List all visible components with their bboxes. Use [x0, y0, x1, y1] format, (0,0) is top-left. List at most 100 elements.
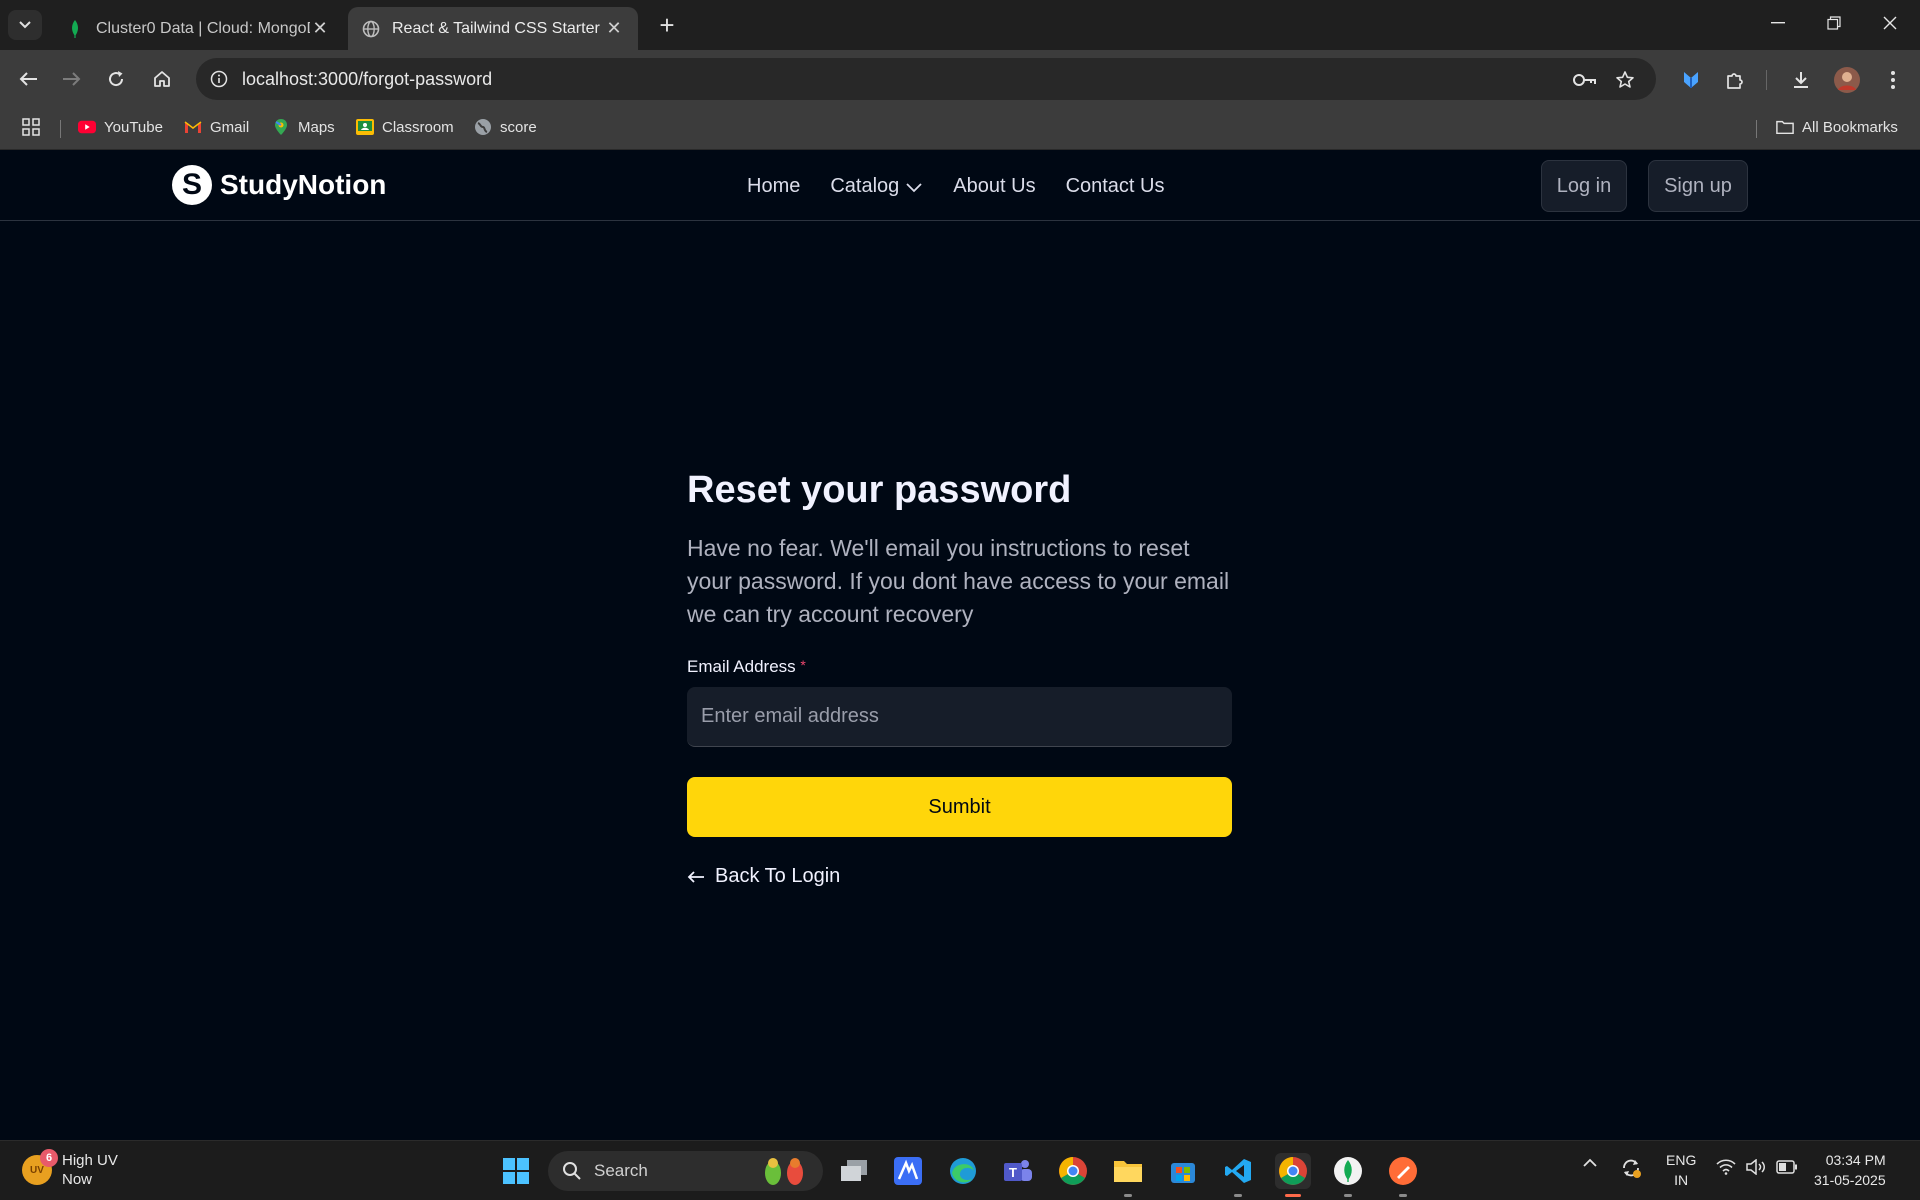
language-top: ENG	[1666, 1152, 1697, 1168]
nav-catalog[interactable]: Catalog	[830, 175, 923, 198]
parrots-icon	[765, 1158, 803, 1185]
bookmark-label: score	[500, 118, 537, 136]
tab-title: Cluster0 Data | Cloud: MongoDB	[96, 19, 310, 37]
extensions-puzzle-icon[interactable]	[1720, 65, 1750, 95]
page-title: Reset your password	[687, 469, 1072, 511]
back-arrow-icon[interactable]	[10, 61, 46, 97]
bookmark-score[interactable]: score	[474, 118, 537, 136]
notification-badge: 6	[40, 1149, 58, 1167]
svg-text:T: T	[1009, 1165, 1017, 1180]
bookmark-label: Classroom	[382, 118, 454, 136]
chevron-down-icon	[906, 182, 922, 192]
taskbar-search[interactable]: Search	[548, 1151, 823, 1191]
url-text: localhost:3000/forgot-password	[242, 69, 493, 89]
sync-icon[interactable]	[1620, 1157, 1642, 1183]
wifi-icon[interactable]	[1716, 1159, 1736, 1179]
tab-title: React & Tailwind CSS Starter Pack	[392, 19, 604, 37]
all-bookmarks-label: All Bookmarks	[1802, 118, 1898, 136]
chevron-down-icon	[19, 21, 31, 29]
site-navbar: S StudyNotion Home Catalog About Us Cont…	[0, 151, 1920, 221]
tab-react-starter[interactable]: React & Tailwind CSS Starter Pack ✕	[348, 7, 638, 50]
site-info-icon[interactable]	[206, 66, 232, 92]
back-to-login-label: Back To Login	[715, 865, 841, 887]
maps-icon	[272, 118, 290, 136]
email-label: Email Address *	[687, 657, 1233, 677]
bookmark-classroom[interactable]: Classroom	[356, 118, 454, 136]
edge-browser-icon[interactable]	[945, 1153, 981, 1189]
omnibox[interactable]: localhost:3000/forgot-password	[196, 58, 1656, 100]
close-window-icon[interactable]	[1870, 8, 1910, 38]
nav-catalog-label: Catalog	[830, 175, 900, 197]
site-logo[interactable]: S StudyNotion	[172, 165, 386, 205]
address-toolbar: localhost:3000/forgot-password	[0, 50, 1920, 108]
language-indicator[interactable]: ENG IN	[1666, 1150, 1696, 1190]
arrow-left-icon	[687, 870, 704, 883]
globe-icon	[362, 20, 380, 38]
forward-arrow-icon[interactable]	[54, 61, 90, 97]
language-bottom: IN	[1674, 1172, 1689, 1188]
copilot-app-icon[interactable]	[890, 1153, 926, 1189]
close-tab-icon[interactable]: ✕	[310, 18, 330, 39]
new-tab-button[interactable]: +	[652, 10, 682, 40]
home-icon[interactable]	[144, 61, 180, 97]
mongodb-compass-icon[interactable]	[1330, 1153, 1366, 1197]
reload-icon[interactable]	[98, 61, 134, 97]
file-explorer-icon[interactable]	[1110, 1153, 1146, 1197]
signup-button[interactable]: Sign up	[1648, 160, 1748, 212]
search-label: Search	[594, 1161, 648, 1180]
apps-grid-icon[interactable]	[22, 118, 40, 136]
brand-name: StudyNotion	[220, 169, 387, 200]
vscode-icon[interactable]	[1220, 1153, 1256, 1197]
system-clock[interactable]: 03:34 PM 31-05-2025	[1814, 1150, 1886, 1190]
microsoft-store-icon[interactable]	[1165, 1153, 1201, 1189]
clock-date: 31-05-2025	[1814, 1172, 1886, 1188]
bookmark-label: YouTube	[104, 118, 163, 136]
youtube-icon	[78, 118, 96, 136]
downloads-icon[interactable]	[1786, 65, 1816, 95]
windows-start-icon[interactable]	[498, 1153, 534, 1189]
bookmark-youtube[interactable]: YouTube	[78, 118, 163, 136]
profile-avatar[interactable]	[1832, 65, 1862, 95]
minimize-icon[interactable]	[1758, 8, 1798, 38]
postman-icon[interactable]	[1385, 1153, 1421, 1197]
more-menu-icon[interactable]	[1878, 65, 1908, 95]
back-to-login-link[interactable]: Back To Login	[687, 865, 1233, 888]
weather-subtitle: Now	[62, 1171, 93, 1188]
login-button[interactable]: Log in	[1541, 160, 1627, 212]
browser-tab-bar: Cluster0 Data | Cloud: MongoDB ✕ React &…	[0, 0, 1920, 50]
restore-icon[interactable]	[1814, 8, 1854, 38]
weather-widget[interactable]: UV 6 High UV Now	[22, 1149, 118, 1189]
mongodb-leaf-icon	[66, 19, 84, 38]
extension-wing-icon[interactable]	[1676, 65, 1706, 95]
classroom-icon	[356, 118, 374, 136]
nav-about-us[interactable]: About Us	[953, 175, 1035, 198]
teams-icon[interactable]: T	[1000, 1153, 1036, 1189]
studynotion-logo-icon: S	[172, 165, 212, 205]
submit-button[interactable]: Sumbit	[687, 777, 1232, 837]
battery-icon[interactable]	[1776, 1160, 1798, 1178]
show-hidden-icons[interactable]	[1582, 1155, 1598, 1172]
nav-contact-us[interactable]: Contact Us	[1066, 175, 1165, 198]
bookmark-star-icon[interactable]	[1612, 67, 1638, 93]
all-bookmarks[interactable]: All Bookmarks	[1776, 118, 1898, 136]
password-key-icon[interactable]	[1572, 67, 1598, 93]
tab-search-button[interactable]	[8, 10, 42, 40]
folder-icon	[1776, 118, 1794, 136]
reset-password-form: Reset your password Have no fear. We'll …	[687, 460, 1233, 888]
email-field[interactable]: Enter email address	[687, 687, 1232, 747]
windows-taskbar: UV 6 High UV Now Search T ENG IN 03:34 P…	[0, 1140, 1920, 1200]
nav-home[interactable]: Home	[747, 175, 800, 198]
chrome-icon[interactable]	[1055, 1153, 1091, 1189]
globe-icon	[474, 118, 492, 136]
search-icon	[563, 1162, 581, 1180]
task-view-icon[interactable]	[836, 1153, 872, 1189]
close-tab-icon[interactable]: ✕	[604, 18, 624, 39]
chrome-active-icon[interactable]	[1275, 1153, 1311, 1197]
tab-mongodb[interactable]: Cluster0 Data | Cloud: MongoDB ✕	[52, 7, 344, 50]
nav-links: Home Catalog About Us Contact Us	[747, 175, 1165, 198]
bookmarks-bar: YouTube Gmail Maps Classroom score All B…	[0, 108, 1920, 150]
bookmark-gmail[interactable]: Gmail	[184, 118, 249, 136]
bookmark-maps[interactable]: Maps	[272, 118, 335, 136]
uv-icon-text: UV	[30, 1164, 44, 1176]
volume-icon[interactable]	[1746, 1158, 1768, 1179]
